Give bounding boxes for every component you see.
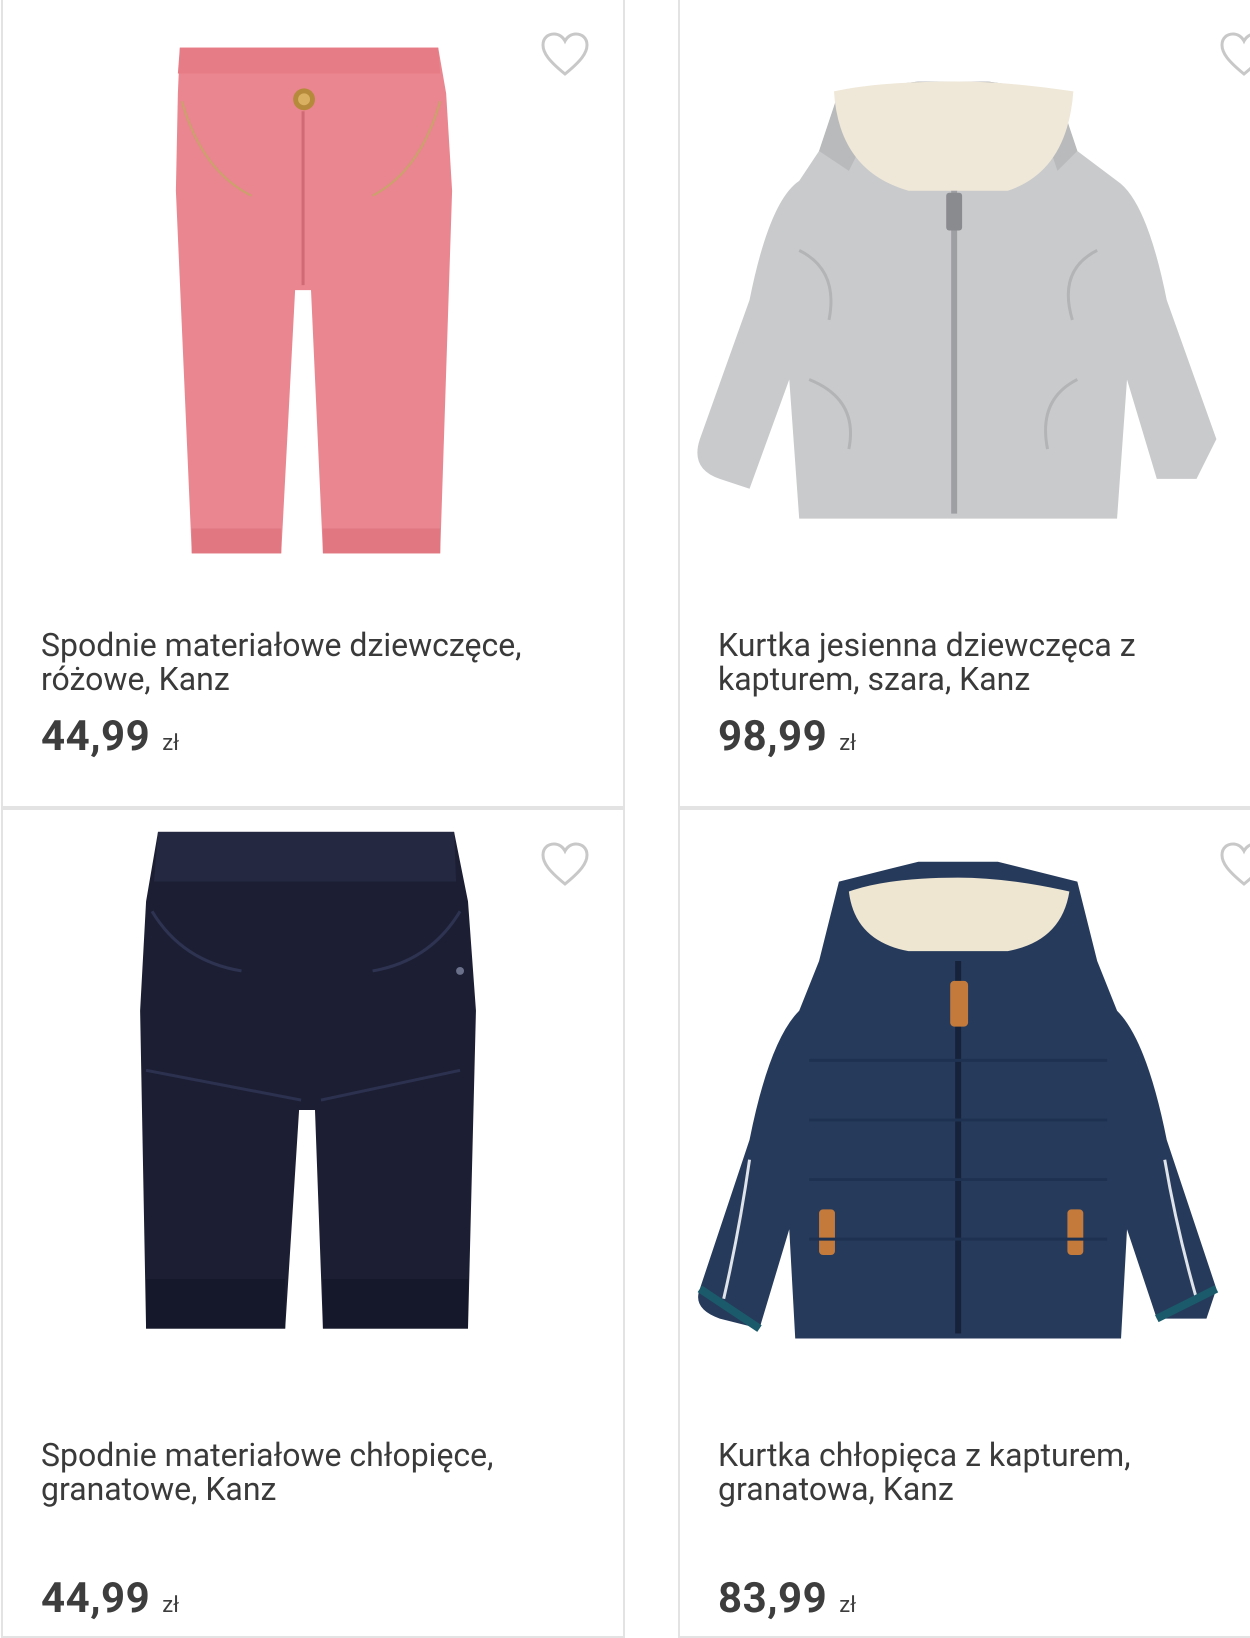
product-card[interactable]: Kurtka jesienna dziewczęca z kapturem, s… bbox=[678, 0, 1250, 808]
currency: zł bbox=[839, 1593, 857, 1618]
product-image[interactable] bbox=[680, 810, 1250, 1420]
product-grid: Spodnie materiałowe dziewczęce, różowe, … bbox=[0, 0, 1250, 1638]
favorite-heart-icon[interactable] bbox=[539, 30, 591, 78]
product-image[interactable] bbox=[680, 0, 1250, 610]
price: 83,99 zł bbox=[718, 1574, 856, 1623]
price: 44,99 zł bbox=[41, 712, 179, 761]
currency: zł bbox=[162, 1593, 180, 1618]
favorite-heart-icon[interactable] bbox=[1218, 30, 1250, 78]
price-value: 44,99 bbox=[41, 712, 151, 761]
product-title[interactable]: Kurtka chłopięca z kapturem, granatowa, … bbox=[718, 1438, 1250, 1506]
product-title[interactable]: Spodnie materiałowe chłopięce, granatowe… bbox=[41, 1438, 601, 1506]
price-value: 83,99 bbox=[718, 1574, 828, 1623]
product-card[interactable]: Kurtka chłopięca z kapturem, granatowa, … bbox=[678, 808, 1250, 1638]
currency: zł bbox=[839, 731, 857, 756]
product-card[interactable]: Spodnie materiałowe chłopięce, granatowe… bbox=[1, 808, 625, 1638]
currency: zł bbox=[162, 731, 180, 756]
product-card[interactable]: Spodnie materiałowe dziewczęce, różowe, … bbox=[1, 0, 625, 808]
product-image[interactable] bbox=[3, 0, 623, 610]
price-value: 98,99 bbox=[718, 712, 828, 761]
product-image[interactable] bbox=[3, 810, 623, 1420]
price-value: 44,99 bbox=[41, 1574, 151, 1623]
product-title[interactable]: Spodnie materiałowe dziewczęce, różowe, … bbox=[41, 628, 601, 696]
price: 98,99 zł bbox=[718, 712, 856, 761]
favorite-heart-icon[interactable] bbox=[539, 840, 591, 888]
favorite-heart-icon[interactable] bbox=[1218, 840, 1250, 888]
product-title[interactable]: Kurtka jesienna dziewczęca z kapturem, s… bbox=[718, 628, 1250, 696]
price: 44,99 zł bbox=[41, 1574, 179, 1623]
